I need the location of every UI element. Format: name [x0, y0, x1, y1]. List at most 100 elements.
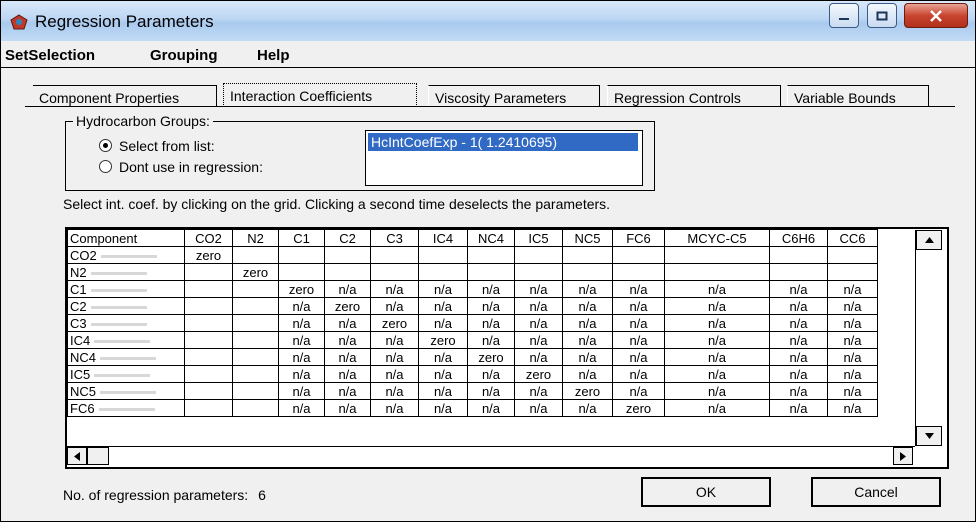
scroll-up-button[interactable] — [916, 230, 942, 250]
grid-cell[interactable] — [232, 246, 279, 264]
grid-cell[interactable]: n/a — [827, 280, 878, 298]
grid-cell[interactable] — [467, 263, 515, 281]
grid-cell[interactable]: n/a — [418, 297, 468, 315]
grid-cell[interactable]: n/a — [278, 399, 325, 417]
grid-cell[interactable]: n/a — [514, 314, 563, 332]
hydrocarbon-groups-list[interactable]: HcIntCoefExp - 1( 1.2410695) — [365, 130, 643, 186]
grid-cell[interactable] — [184, 280, 233, 298]
ok-button[interactable]: OK — [641, 477, 771, 507]
grid-cell[interactable] — [418, 263, 468, 281]
list-item[interactable]: HcIntCoefExp - 1( 1.2410695) — [368, 133, 638, 151]
grid-cell[interactable] — [232, 348, 279, 366]
grid-cell[interactable] — [370, 246, 419, 264]
grid-cell[interactable]: n/a — [827, 348, 878, 366]
grid-cell[interactable]: n/a — [467, 280, 515, 298]
grid-cell[interactable]: n/a — [562, 331, 613, 349]
grid-cell[interactable]: n/a — [278, 297, 325, 315]
column-header[interactable]: NC4 — [467, 229, 515, 247]
grid-cell[interactable]: n/a — [769, 365, 828, 383]
grid-cell[interactable]: n/a — [467, 331, 515, 349]
table-row[interactable]: NC5 n/a n/a n/a n/a n/a n/a zero n/a n/a n/a n/a — [67, 382, 878, 400]
row-header[interactable]: NC5 — [67, 382, 185, 400]
grid-cell[interactable]: n/a — [664, 382, 770, 400]
grid-cell[interactable]: n/a — [562, 280, 613, 298]
scroll-thumb[interactable] — [87, 447, 109, 465]
column-header[interactable]: C2 — [324, 229, 371, 247]
column-header[interactable]: CC6 — [827, 229, 878, 247]
grid-cell[interactable]: n/a — [324, 280, 371, 298]
row-header[interactable]: IC4 — [67, 331, 185, 349]
grid-cell[interactable]: n/a — [514, 297, 563, 315]
grid-cell[interactable]: n/a — [769, 297, 828, 315]
grid-cell[interactable]: n/a — [612, 331, 665, 349]
column-header[interactable]: CO2 — [184, 229, 233, 247]
grid-cell[interactable] — [184, 263, 233, 281]
row-header[interactable]: C2 — [67, 297, 185, 315]
grid-cell[interactable]: n/a — [324, 314, 371, 332]
grid-cell[interactable]: n/a — [418, 365, 468, 383]
grid-cell[interactable]: n/a — [827, 297, 878, 315]
grid-cell[interactable]: n/a — [278, 331, 325, 349]
grid-cell[interactable]: n/a — [370, 280, 419, 298]
column-header[interactable]: IC4 — [418, 229, 468, 247]
grid-cell[interactable] — [184, 365, 233, 383]
grid-cell[interactable]: zero — [278, 280, 325, 298]
grid-cell[interactable]: n/a — [664, 348, 770, 366]
grid-cell[interactable] — [467, 246, 515, 264]
grid-cell[interactable]: n/a — [769, 314, 828, 332]
grid-cell[interactable]: zero — [562, 382, 613, 400]
menu-grouping[interactable]: Grouping — [150, 47, 218, 64]
table-row[interactable]: C1 zero n/a n/a n/a n/a n/a n/a n/a n/a n/a n/a — [67, 280, 878, 298]
grid-cell[interactable]: n/a — [370, 399, 419, 417]
grid-cell[interactable]: n/a — [827, 365, 878, 383]
tab-viscosity-parameters[interactable]: Viscosity Parameters — [428, 85, 600, 107]
dont-use-radio[interactable] — [99, 160, 112, 173]
select-from-list-label[interactable]: Select from list: — [119, 138, 215, 154]
select-from-list-radio[interactable] — [99, 139, 112, 152]
grid-cell[interactable]: n/a — [769, 348, 828, 366]
grid-cell[interactable] — [514, 263, 563, 281]
dont-use-label[interactable]: Dont use in regression: — [119, 159, 263, 175]
grid-cell[interactable]: n/a — [324, 331, 371, 349]
tab-interaction-coefficients[interactable]: Interaction Coefficients — [223, 83, 417, 107]
tab-variable-bounds[interactable]: Variable Bounds — [787, 85, 929, 107]
table-row[interactable]: IC4 n/a n/a n/a zero n/a n/a n/a n/a n/a n/a n/a — [67, 331, 878, 349]
grid-cell[interactable] — [232, 382, 279, 400]
grid-cell[interactable]: n/a — [827, 314, 878, 332]
grid-cell[interactable]: n/a — [278, 365, 325, 383]
grid-cell[interactable]: n/a — [467, 314, 515, 332]
grid-cell[interactable] — [324, 246, 371, 264]
grid-cell[interactable]: n/a — [612, 382, 665, 400]
grid-cell[interactable] — [324, 263, 371, 281]
grid-cell[interactable]: n/a — [467, 297, 515, 315]
grid-cell[interactable]: n/a — [769, 331, 828, 349]
grid-cell[interactable]: n/a — [514, 280, 563, 298]
close-button[interactable] — [904, 3, 968, 28]
coefficient-table[interactable]: Component CO2 N2 C1 C2 C3 IC4 NC4 IC5 NC5 FC6 MCYC-… — [67, 229, 878, 417]
grid-cell[interactable]: n/a — [370, 365, 419, 383]
grid-cell[interactable] — [514, 246, 563, 264]
grid-cell[interactable]: n/a — [769, 399, 828, 417]
grid-cell[interactable] — [232, 280, 279, 298]
grid-cell[interactable] — [278, 246, 325, 264]
grid-cell[interactable]: n/a — [278, 314, 325, 332]
column-header[interactable]: NC5 — [562, 229, 613, 247]
grid-cell[interactable]: n/a — [769, 382, 828, 400]
grid-cell[interactable]: n/a — [612, 348, 665, 366]
row-header[interactable]: CO2 — [67, 246, 185, 264]
grid-cell[interactable]: n/a — [467, 365, 515, 383]
grid-cell[interactable] — [184, 314, 233, 332]
grid-cell[interactable]: n/a — [612, 365, 665, 383]
grid-cell[interactable] — [184, 399, 233, 417]
grid-cell[interactable]: zero — [514, 365, 563, 383]
scroll-right-button[interactable] — [893, 447, 913, 465]
grid-cell[interactable]: n/a — [769, 280, 828, 298]
tab-regression-controls[interactable]: Regression Controls — [607, 85, 781, 107]
grid-cell[interactable]: zero — [418, 331, 468, 349]
grid-cell[interactable]: n/a — [562, 297, 613, 315]
grid-cell[interactable]: n/a — [612, 297, 665, 315]
menu-help[interactable]: Help — [257, 47, 290, 64]
grid-cell[interactable] — [232, 297, 279, 315]
column-header[interactable]: C1 — [278, 229, 325, 247]
row-header[interactable]: FC6 — [67, 399, 185, 417]
